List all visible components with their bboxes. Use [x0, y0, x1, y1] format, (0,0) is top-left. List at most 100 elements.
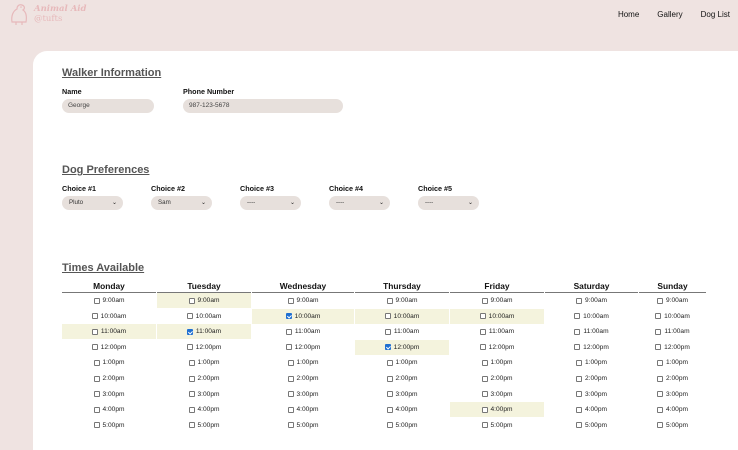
time-slot-checkbox[interactable] [657, 391, 663, 398]
time-slot-checkbox[interactable] [574, 313, 581, 320]
time-slot[interactable]: 5:00pm [355, 418, 449, 433]
time-slot-checkbox[interactable] [91, 344, 98, 351]
time-slot[interactable]: 1:00pm [450, 355, 544, 370]
time-slot[interactable]: 11:00am [450, 324, 544, 339]
time-slot-checkbox[interactable] [386, 422, 393, 429]
time-slot[interactable]: 11:00am [639, 324, 706, 339]
time-slot-checkbox[interactable] [479, 328, 486, 335]
time-slot-checkbox[interactable] [93, 375, 100, 382]
choice-1-select[interactable]: Pluto ⌄ [62, 196, 123, 210]
time-slot-checkbox[interactable] [285, 313, 292, 320]
time-slot[interactable]: 9:00am [639, 293, 706, 308]
time-slot[interactable]: 1:00pm [62, 355, 156, 370]
choice-4-select[interactable]: ---- ⌄ [329, 196, 390, 210]
time-slot[interactable]: 1:00pm [252, 355, 354, 370]
time-slot-checkbox[interactable] [188, 406, 195, 413]
time-slot-checkbox[interactable] [657, 359, 663, 366]
time-slot-checkbox[interactable] [576, 359, 582, 366]
time-slot[interactable]: 10:00am [545, 309, 638, 324]
time-slot-checkbox[interactable] [576, 391, 582, 398]
nav-home[interactable]: Home [618, 10, 639, 19]
time-slot[interactable]: 12:00pm [62, 340, 156, 355]
time-slot[interactable]: 5:00pm [252, 418, 354, 433]
time-slot-checkbox[interactable] [188, 375, 195, 382]
time-slot-checkbox[interactable] [657, 406, 663, 413]
time-slot-checkbox[interactable] [93, 422, 100, 429]
time-slot-checkbox[interactable] [91, 313, 98, 320]
time-slot-checkbox[interactable] [186, 313, 193, 320]
time-slot[interactable]: 11:00am [252, 324, 354, 339]
time-slot[interactable]: 1:00pm [545, 355, 638, 370]
time-slot[interactable]: 9:00am [157, 293, 251, 308]
time-slot[interactable]: 9:00am [355, 293, 449, 308]
time-slot-checkbox[interactable] [91, 328, 98, 335]
time-slot[interactable]: 2:00pm [355, 371, 449, 386]
time-slot-checkbox[interactable] [481, 297, 488, 304]
time-slot-checkbox[interactable] [384, 313, 391, 320]
time-slot-checkbox[interactable] [287, 391, 294, 398]
time-slot[interactable]: 11:00am [157, 324, 251, 340]
choice-2-select[interactable]: Sam ⌄ [151, 196, 212, 210]
logo[interactable]: Animal Aid @tufts [8, 2, 86, 26]
time-slot[interactable]: 12:00pm [157, 340, 251, 355]
time-slot[interactable]: 2:00pm [62, 371, 156, 386]
time-slot-checkbox[interactable] [285, 344, 292, 351]
time-slot-checkbox[interactable] [287, 297, 294, 304]
time-slot[interactable]: 3:00pm [545, 387, 638, 402]
time-slot[interactable]: 4:00pm [252, 402, 354, 417]
time-slot-checkbox[interactable] [93, 391, 100, 398]
time-slot-checkbox[interactable] [657, 375, 663, 382]
time-slot[interactable]: 11:00am [545, 324, 638, 339]
time-slot-checkbox[interactable] [186, 344, 193, 351]
time-slot-checkbox[interactable] [386, 297, 393, 304]
time-slot[interactable]: 10:00am [62, 309, 156, 324]
time-slot[interactable]: 10:00am [252, 308, 354, 324]
time-slot-checkbox[interactable] [481, 359, 488, 366]
time-slot[interactable]: 10:00am [450, 308, 544, 324]
time-slot-checkbox[interactable] [576, 297, 582, 304]
time-slot-checkbox[interactable] [384, 328, 391, 335]
time-slot-checkbox[interactable] [481, 375, 488, 382]
time-slot[interactable]: 5:00pm [545, 418, 638, 433]
time-slot[interactable]: 2:00pm [252, 371, 354, 386]
time-slot[interactable]: 5:00pm [450, 418, 544, 433]
time-slot-checkbox[interactable] [481, 406, 488, 413]
time-slot[interactable]: 10:00am [355, 308, 449, 324]
time-slot-checkbox[interactable] [655, 344, 662, 351]
time-slot-checkbox[interactable] [384, 344, 391, 351]
time-slot[interactable]: 4:00pm [639, 402, 706, 417]
time-slot-checkbox[interactable] [655, 313, 662, 320]
time-slot-checkbox[interactable] [576, 422, 582, 429]
time-slot[interactable]: 12:00pm [450, 340, 544, 355]
time-slot[interactable]: 3:00pm [355, 387, 449, 402]
time-slot-checkbox[interactable] [188, 391, 195, 398]
time-slot[interactable]: 2:00pm [545, 371, 638, 386]
time-slot[interactable]: 3:00pm [450, 387, 544, 402]
time-slot[interactable]: 1:00pm [157, 355, 251, 370]
time-slot-checkbox[interactable] [576, 375, 582, 382]
time-slot-checkbox[interactable] [188, 297, 195, 304]
time-slot[interactable]: 12:00pm [252, 340, 354, 355]
time-slot-checkbox[interactable] [285, 328, 292, 335]
time-slot[interactable]: 3:00pm [639, 387, 706, 402]
time-slot[interactable]: 9:00am [450, 293, 544, 308]
time-slot[interactable]: 9:00am [252, 293, 354, 308]
time-slot-checkbox[interactable] [655, 328, 662, 335]
phone-input[interactable] [183, 99, 343, 113]
time-slot[interactable]: 9:00am [62, 293, 156, 308]
time-slot[interactable]: 4:00pm [355, 402, 449, 417]
time-slot[interactable]: 11:00am [355, 324, 449, 339]
time-slot[interactable]: 4:00pm [62, 402, 156, 417]
nav-gallery[interactable]: Gallery [657, 10, 682, 19]
time-slot-checkbox[interactable] [386, 375, 393, 382]
time-slot-checkbox[interactable] [657, 422, 663, 429]
time-slot[interactable]: 2:00pm [157, 371, 251, 386]
time-slot-checkbox[interactable] [386, 406, 393, 413]
time-slot[interactable]: 4:00pm [157, 402, 251, 417]
time-slot[interactable]: 4:00pm [545, 402, 638, 417]
time-slot-checkbox[interactable] [479, 344, 486, 351]
time-slot[interactable]: 9:00am [545, 293, 638, 308]
time-slot[interactable]: 2:00pm [450, 371, 544, 386]
time-slot[interactable]: 12:00pm [355, 339, 449, 355]
time-slot-checkbox[interactable] [188, 359, 195, 366]
